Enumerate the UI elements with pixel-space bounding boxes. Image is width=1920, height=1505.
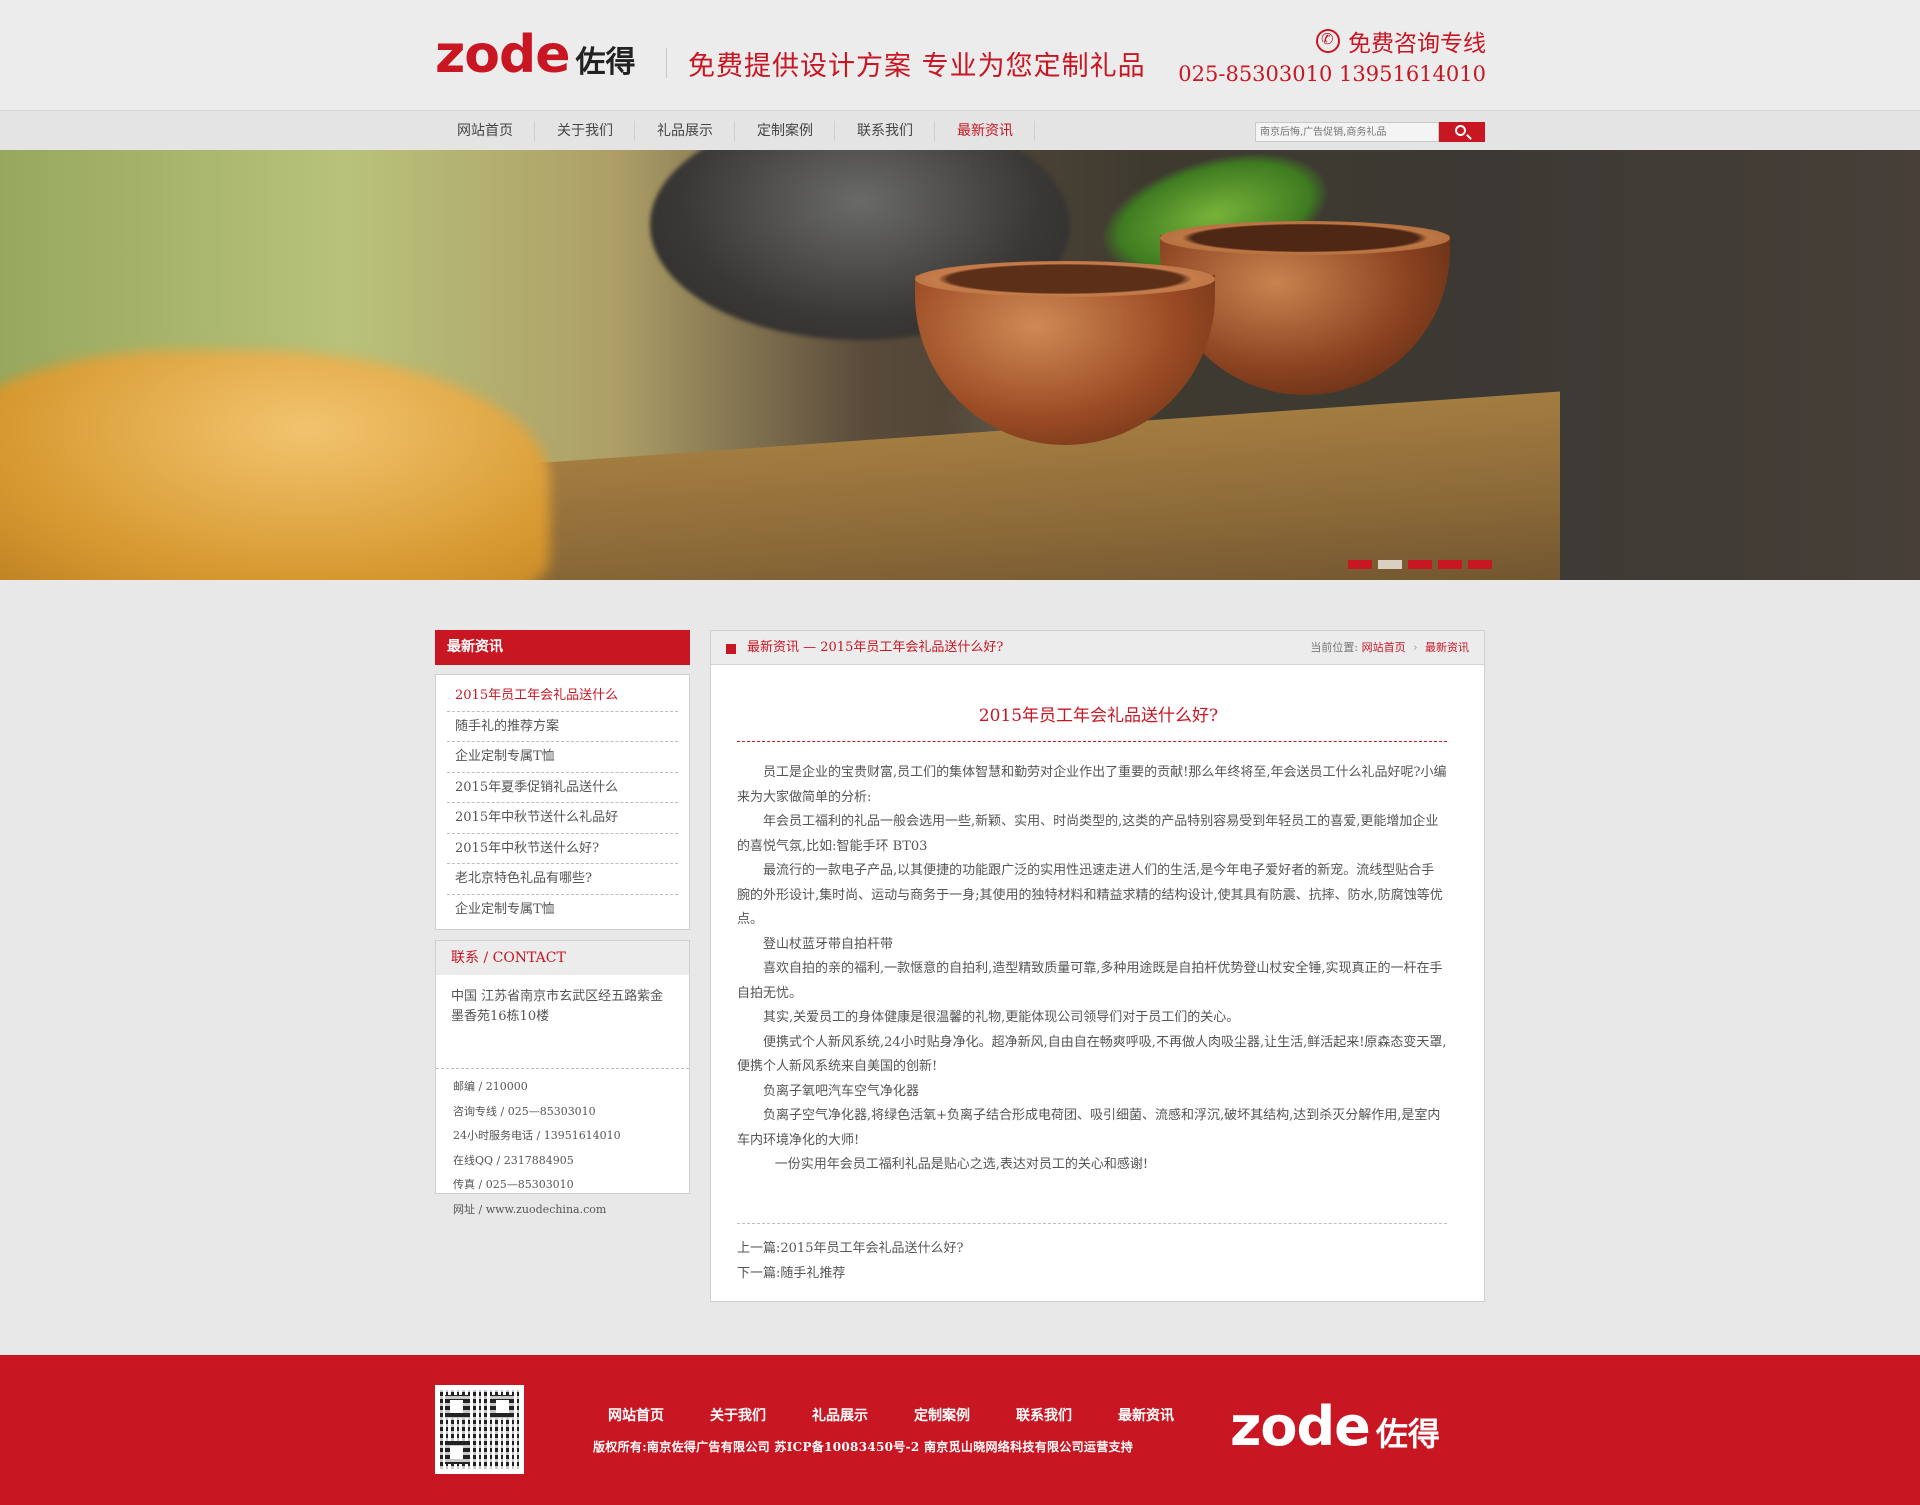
slider-dot[interactable] (1408, 560, 1432, 569)
search-box (1255, 122, 1485, 142)
list-item[interactable]: 2015年中秋节送什么礼品好 (447, 803, 678, 834)
slider-dots (1348, 560, 1492, 569)
list-item[interactable]: 2015年员工年会礼品送什么 (447, 681, 678, 712)
hotline: 免费咨询专线 025-85303010 13951614010 (1178, 24, 1486, 86)
contact-website: 网址 / www.zuodechina.com (453, 1202, 607, 1216)
contact-qq: 在线QQ / 2317884905 (453, 1153, 574, 1167)
article-paragraph: 年会员工福利的礼品一般会选用一些,新颖、实用、时尚类型的,这类的产品特别容易受到… (737, 814, 1439, 854)
nav-item-about[interactable]: 关于我们 (535, 111, 635, 151)
prev-article-link[interactable]: 上一篇:2015年员工年会礼品送什么好? (737, 1241, 963, 1256)
sidebar-news-list: 2015年员工年会礼品送什么 随手礼的推荐方案 企业定制专属T恤 2015年夏季… (435, 674, 690, 930)
list-item[interactable]: 企业定制专属T恤 (447, 742, 678, 773)
list-item[interactable]: 老北京特色礼品有哪些? (447, 864, 678, 895)
footer-logo: zode 佐得 (1230, 1395, 1440, 1458)
sidebar-title: 最新资讯 (435, 630, 690, 665)
breadcrumb-home-link[interactable]: 网站首页 (1362, 641, 1406, 654)
title-divider (737, 741, 1447, 742)
slider-dot[interactable] (1348, 560, 1372, 569)
slider-dot[interactable] (1468, 560, 1492, 569)
list-item[interactable]: 企业定制专属T恤 (447, 895, 678, 926)
footer-logo-chinese: 佐得 (1375, 1415, 1440, 1453)
site-header: zode 佐得 免费提供设计方案 专业为您定制礼品 免费咨询专线 025-853… (0, 0, 1920, 110)
article-paragraph: 便携式个人新风系统,24小时贴身净化。超净新风,自由自在畅爽呼吸,不再做人肉吸尘… (737, 1034, 1447, 1075)
hero-banner (0, 150, 1920, 580)
article-closing: 一份实用年会员工福利礼品是贴心之选,表达对员工的关心和感谢! (774, 1157, 1149, 1172)
contact-title: 联系 / CONTACT (436, 941, 689, 975)
article-paragraph: 其实,关爱员工的身体健康是很温馨的礼物,更能体现公司领导们对于员工们的关心。 (763, 1010, 1240, 1025)
footer-nav-about[interactable]: 关于我们 (687, 1405, 789, 1425)
nav-item-cases[interactable]: 定制案例 (735, 111, 835, 151)
contact-box: 联系 / CONTACT 中国 江苏省南京市玄武区经五路紫金墨香苑16栋10楼 … (435, 940, 690, 1216)
article-paragraph: 最流行的一款电子产品,以其便捷的功能跟广泛的实用性迅速走进人们的生活,是今年电子… (737, 863, 1443, 927)
article-header-title: 最新资讯 — 2015年员工年会礼品送什么好? (747, 640, 1004, 655)
breadcrumb-label: 当前位置: (1310, 641, 1359, 654)
phone-icon (1316, 29, 1340, 53)
search-icon (1455, 125, 1466, 136)
foreground-blur-image (0, 350, 550, 580)
article-panel: 最新资讯 — 2015年员工年会礼品送什么好? 当前位置: 网站首页 › 最新资… (710, 630, 1485, 1302)
slogan-divider (666, 48, 667, 78)
nav-item-home[interactable]: 网站首页 (435, 111, 535, 151)
article-paragraph: 喜欢自拍的亲的福利,一款惬意的自拍利,造型精致质量可靠,多种用途既是自拍杆优势登… (737, 961, 1443, 1001)
footer-nav: 网站首页 关于我们 礼品展示 定制案例 联系我们 最新资讯 (585, 1405, 1197, 1425)
contact-address: 中国 江苏省南京市玄武区经五路紫金墨香苑16栋10楼 (436, 975, 689, 1069)
search-input[interactable] (1255, 122, 1439, 142)
list-item[interactable]: 随手礼的推荐方案 (447, 712, 678, 742)
square-icon (726, 644, 736, 654)
footer-nav-cases[interactable]: 定制案例 (891, 1405, 993, 1425)
article-body: 员工是企业的宝贵财富,员工们的集体智慧和勤劳对企业作出了重要的贡献!那么年终将至… (737, 761, 1447, 1178)
qr-code (435, 1385, 524, 1474)
article-paragraph: 负离子空气净化器,将绿色活氧+负离子结合形成电荷团、吸引细菌、流感和浮沉,破坏其… (737, 1108, 1441, 1148)
breadcrumb-current-link[interactable]: 最新资讯 (1425, 641, 1469, 654)
logo-wordmark: zode (435, 25, 570, 85)
nav-item-gifts[interactable]: 礼品展示 (635, 111, 735, 151)
search-button[interactable] (1439, 122, 1485, 142)
hotline-numbers: 025-85303010 13951614010 (1178, 62, 1486, 86)
footer-nav-news[interactable]: 最新资讯 (1095, 1405, 1197, 1425)
logo-chinese: 佐得 (575, 45, 636, 80)
main-nav: 网站首页 关于我们 礼品展示 定制案例 联系我们 最新资讯 (0, 110, 1920, 150)
next-article-link[interactable]: 下一篇:随手礼推荐 (737, 1266, 845, 1281)
contact-hotline: 咨询专线 / 025—85303010 (453, 1104, 596, 1118)
prev-next-links: 上一篇:2015年员工年会礼品送什么好? 下一篇:随手礼推荐 (737, 1236, 963, 1286)
slider-dot[interactable] (1438, 560, 1462, 569)
footer-nav-home[interactable]: 网站首页 (585, 1405, 687, 1425)
nav-item-news[interactable]: 最新资讯 (935, 111, 1035, 151)
footer-logo-wordmark: zode (1230, 1395, 1371, 1458)
article-paragraph: 负离子氧吧汽车空气净化器 (763, 1083, 920, 1099)
contact-details: 邮编 / 210000 咨询专线 / 025—85303010 24小时服务电话… (436, 1069, 689, 1222)
chevron-right-icon: › (1413, 641, 1418, 654)
article-paragraph: 员工是企业的宝贵财富,员工们的集体智慧和勤劳对企业作出了重要的贡献!那么年终将至… (737, 765, 1447, 805)
list-item[interactable]: 2015年中秋节送什么好? (447, 834, 678, 864)
article-header: 最新资讯 — 2015年员工年会礼品送什么好? 当前位置: 网站首页 › 最新资… (711, 631, 1484, 665)
article-divider (737, 1223, 1447, 1224)
list-item[interactable]: 2015年夏季促销礼品送什么 (447, 773, 678, 803)
contact-postcode: 邮编 / 210000 (453, 1080, 528, 1093)
footer-nav-gifts[interactable]: 礼品展示 (789, 1405, 891, 1425)
slider-dot-active[interactable] (1378, 560, 1402, 569)
site-logo[interactable]: zode 佐得 (435, 25, 636, 85)
contact-24h-phone: 24小时服务电话 / 13951614010 (453, 1129, 621, 1142)
copyright: 版权所有:南京佐得广告有限公司 苏ICP备10083450号-2 南京觅山晓网络… (593, 1440, 1134, 1454)
site-footer: 网站首页 关于我们 礼品展示 定制案例 联系我们 最新资讯 版权所有:南京佐得广… (0, 1355, 1920, 1505)
slogan: 免费提供设计方案 专业为您定制礼品 (688, 51, 1146, 82)
footer-nav-contact[interactable]: 联系我们 (993, 1405, 1095, 1425)
hotline-label: 免费咨询专线 (1348, 31, 1486, 57)
contact-fax: 传真 / 025—85303010 (453, 1178, 574, 1191)
nav-items: 网站首页 关于我们 礼品展示 定制案例 联系我们 最新资讯 (435, 111, 1035, 151)
nav-item-contact[interactable]: 联系我们 (835, 111, 935, 151)
article-title: 2015年员工年会礼品送什么好? (978, 706, 1219, 726)
article-paragraph: 登山杖蓝牙带自拍杆带 (763, 936, 894, 952)
breadcrumb: 当前位置: 网站首页 › 最新资讯 (1310, 631, 1469, 665)
